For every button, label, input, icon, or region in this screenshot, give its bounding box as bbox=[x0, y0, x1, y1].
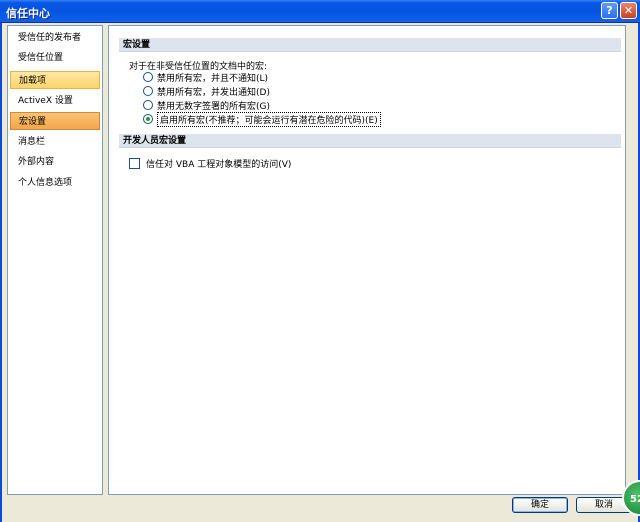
ok-button[interactable]: 确定 bbox=[512, 497, 568, 513]
sidebar: 受信任的发布者 受信任位置 加载项 ActiveX 设置 宏设置 消息栏 外部内… bbox=[7, 25, 103, 495]
radio-button[interactable] bbox=[143, 86, 153, 96]
window-title: 信任中心 bbox=[6, 7, 50, 20]
radio-disable-no-notify[interactable]: 禁用所有宏，并且不通知(L) bbox=[143, 70, 268, 84]
radio-enable-all[interactable]: 启用所有宏(不推荐；可能会运行有潜在危险的代码)(E) bbox=[143, 111, 381, 127]
sidebar-item-trusted-publishers[interactable]: 受信任的发布者 bbox=[10, 29, 100, 47]
radio-disable-unsigned[interactable]: 禁用无数字签署的所有宏(G) bbox=[143, 98, 270, 112]
radio-label: 禁用所有宏，并且不通知(L) bbox=[157, 73, 269, 84]
radio-label: 禁用无数字签署的所有宏(G) bbox=[157, 101, 270, 112]
trust-vba-checkbox[interactable] bbox=[129, 157, 140, 169]
radio-label: 禁用所有宏，并发出通知(D) bbox=[157, 87, 270, 98]
macro-settings-header: 宏设置 bbox=[119, 38, 621, 52]
close-button[interactable]: ✕ bbox=[620, 2, 637, 19]
title-bar: 信任中心 ? ✕ bbox=[0, 0, 640, 23]
help-icon: ? bbox=[606, 4, 613, 17]
developer-settings-header: 开发人员宏设置 bbox=[119, 134, 621, 148]
radio-label: 启用所有宏(不推荐；可能会运行有潜在危险的代码)(E) bbox=[157, 111, 381, 127]
radio-button[interactable] bbox=[143, 72, 153, 82]
sidebar-item-activex-settings[interactable]: ActiveX 设置 bbox=[10, 92, 100, 110]
radio-button[interactable] bbox=[143, 100, 153, 110]
sidebar-item-add-ins[interactable]: 加载项 bbox=[10, 71, 100, 89]
trust-vba-option[interactable]: 信任对 VBA 工程对象模型的访问(V) bbox=[129, 156, 291, 170]
sidebar-item-macro-settings[interactable]: 宏设置 bbox=[10, 112, 100, 130]
content-panel: 宏设置 对于在非受信任位置的文档中的宏: 禁用所有宏，并且不通知(L) 禁用所有… bbox=[108, 25, 626, 495]
help-button[interactable]: ? bbox=[601, 2, 618, 19]
close-icon: ✕ bbox=[623, 4, 634, 17]
sidebar-item-message-bar[interactable]: 消息栏 bbox=[10, 133, 100, 151]
radio-button-selected[interactable] bbox=[143, 114, 153, 124]
sidebar-item-privacy-options[interactable]: 个人信息选项 bbox=[10, 174, 100, 192]
sidebar-item-external-content[interactable]: 外部内容 bbox=[10, 153, 100, 171]
radio-disable-with-notify[interactable]: 禁用所有宏，并发出通知(D) bbox=[143, 84, 270, 98]
sidebar-item-trusted-locations[interactable]: 受信任位置 bbox=[10, 49, 100, 67]
trust-vba-label: 信任对 VBA 工程对象模型的访问(V) bbox=[146, 159, 292, 170]
